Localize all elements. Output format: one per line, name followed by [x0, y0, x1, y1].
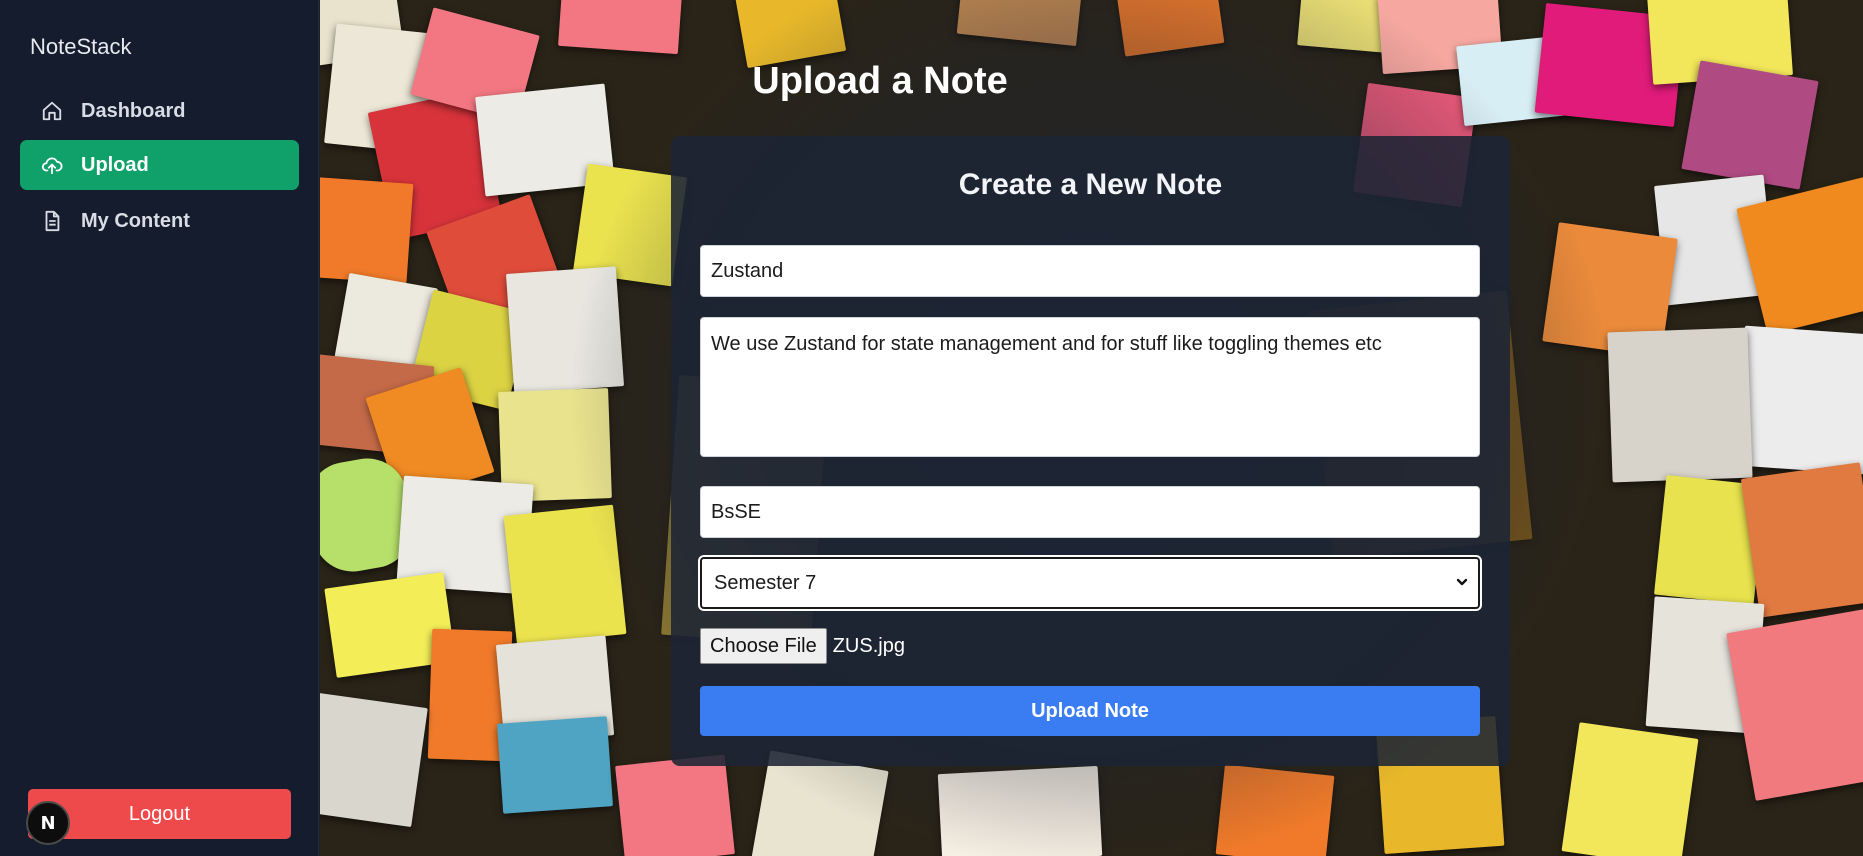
- sidebar-item-label: Dashboard: [81, 99, 186, 122]
- cloud-upload-icon: [40, 153, 64, 177]
- form-heading: Create a New Note: [958, 168, 1223, 201]
- semester-selected-value: Semester 7: [714, 571, 817, 594]
- note-title-input[interactable]: [700, 245, 1480, 297]
- chevron-down-icon: [1456, 578, 1468, 586]
- selected-file-name: ZUS.jpg: [832, 634, 905, 657]
- sidebar: NoteStack Dashboard Upload My Content Lo…: [0, 0, 319, 856]
- home-icon: [40, 99, 64, 123]
- document-icon: [40, 209, 64, 233]
- course-input[interactable]: [700, 486, 1480, 538]
- sidebar-item-dashboard[interactable]: Dashboard: [20, 86, 299, 136]
- sidebar-item-my-content[interactable]: My Content: [20, 196, 299, 246]
- semester-select[interactable]: Semester 7: [698, 555, 1482, 611]
- sidebar-item-label: My Content: [81, 209, 190, 232]
- sidebar-item-upload[interactable]: Upload: [20, 140, 299, 190]
- framework-badge[interactable]: N: [26, 801, 70, 845]
- file-picker: Choose File ZUS.jpg: [700, 628, 905, 664]
- note-form-card: Create a New Note We use Zustand for sta…: [671, 136, 1510, 766]
- choose-file-button[interactable]: Choose File: [700, 628, 827, 664]
- note-body-textarea[interactable]: We use Zustand for state management and …: [700, 317, 1480, 457]
- brand-name: NoteStack: [30, 34, 132, 59]
- sidebar-item-label: Upload: [81, 153, 149, 176]
- upload-note-button[interactable]: Upload Note: [700, 686, 1480, 736]
